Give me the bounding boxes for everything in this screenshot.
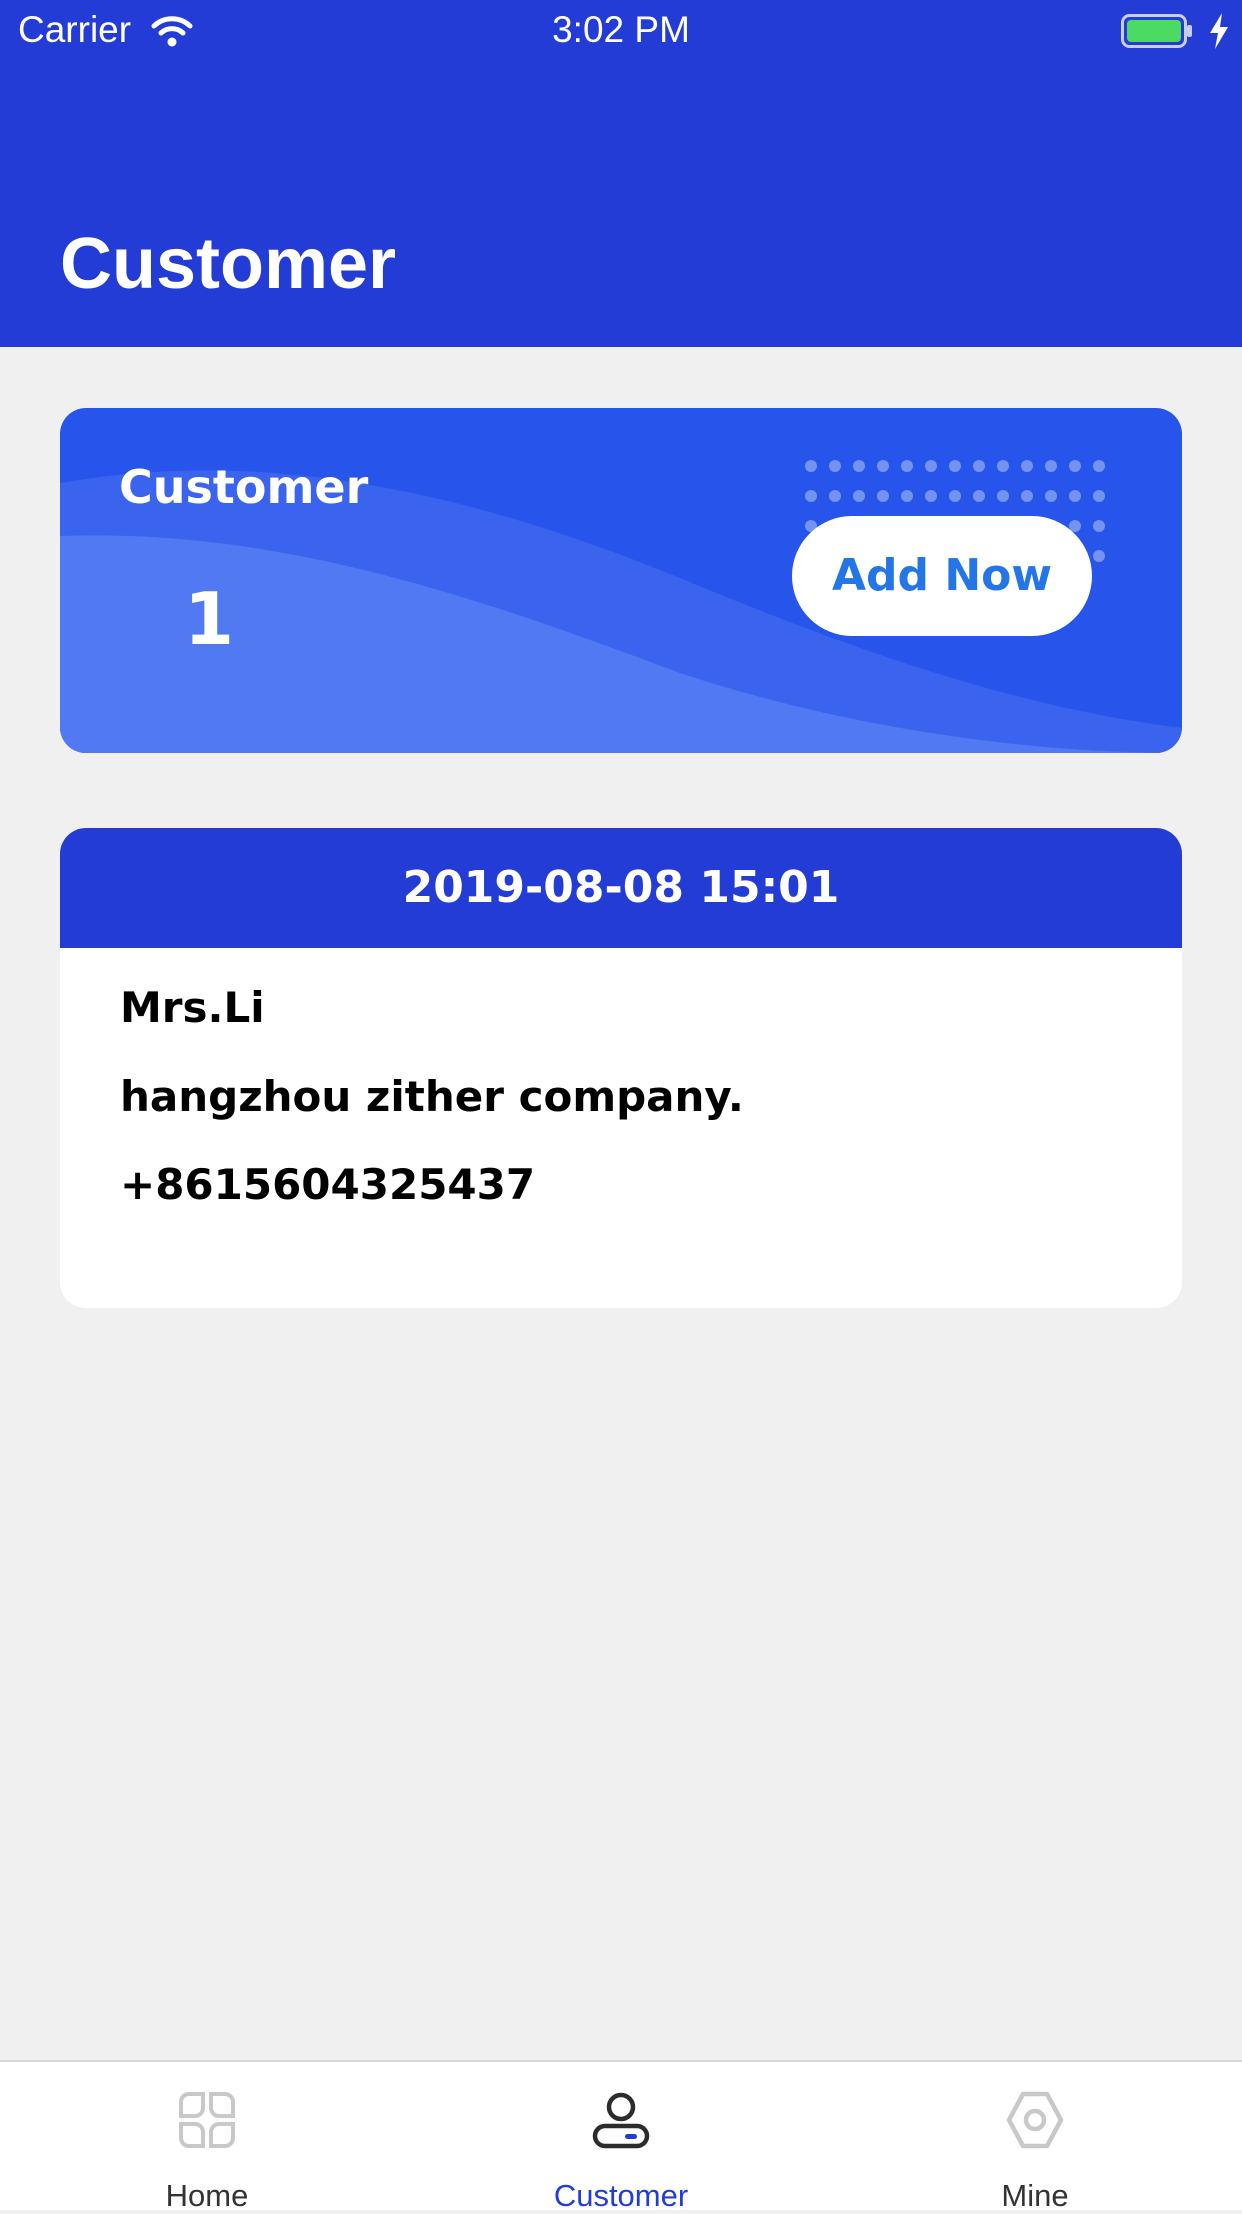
- status-bar: Carrier 3:02 PM: [0, 0, 1242, 64]
- customer-record-card[interactable]: 2019-08-08 15:01 Mrs.Li hangzhou zither …: [60, 828, 1182, 1308]
- record-company: hangzhou zither company.: [120, 1072, 744, 1121]
- tab-home-label: Home: [165, 2178, 249, 2213]
- home-grid-icon: [179, 2092, 235, 2148]
- charging-bolt-icon: [1210, 13, 1228, 49]
- add-now-button[interactable]: Add Now: [792, 516, 1092, 636]
- record-phone: +8615604325437: [120, 1160, 536, 1209]
- hexagon-settings-icon: [1006, 2091, 1064, 2149]
- tab-home[interactable]: Home: [0, 2062, 414, 2213]
- page-title: Customer: [60, 224, 397, 304]
- customer-person-icon: [592, 2092, 650, 2149]
- tab-mine[interactable]: Mine: [828, 2062, 1242, 2213]
- status-time: 3:02 PM: [552, 9, 690, 50]
- tab-customer[interactable]: Customer: [414, 2062, 828, 2213]
- summary-label: Customer: [119, 460, 369, 514]
- customer-count: 1: [184, 577, 235, 661]
- customer-summary-card: Customer 1 Add Now: [60, 408, 1182, 753]
- tab-customer-label: Customer: [553, 2178, 689, 2213]
- header-bar: Carrier 3:02 PM Customer: [0, 0, 1242, 347]
- record-name: Mrs.Li: [120, 983, 265, 1032]
- record-date: 2019-08-08 15:01: [60, 828, 1182, 948]
- battery-icon: [1121, 14, 1192, 48]
- tab-bar: Home Customer Mine: [0, 2060, 1242, 2213]
- tab-mine-label: Mine: [1001, 2178, 1069, 2213]
